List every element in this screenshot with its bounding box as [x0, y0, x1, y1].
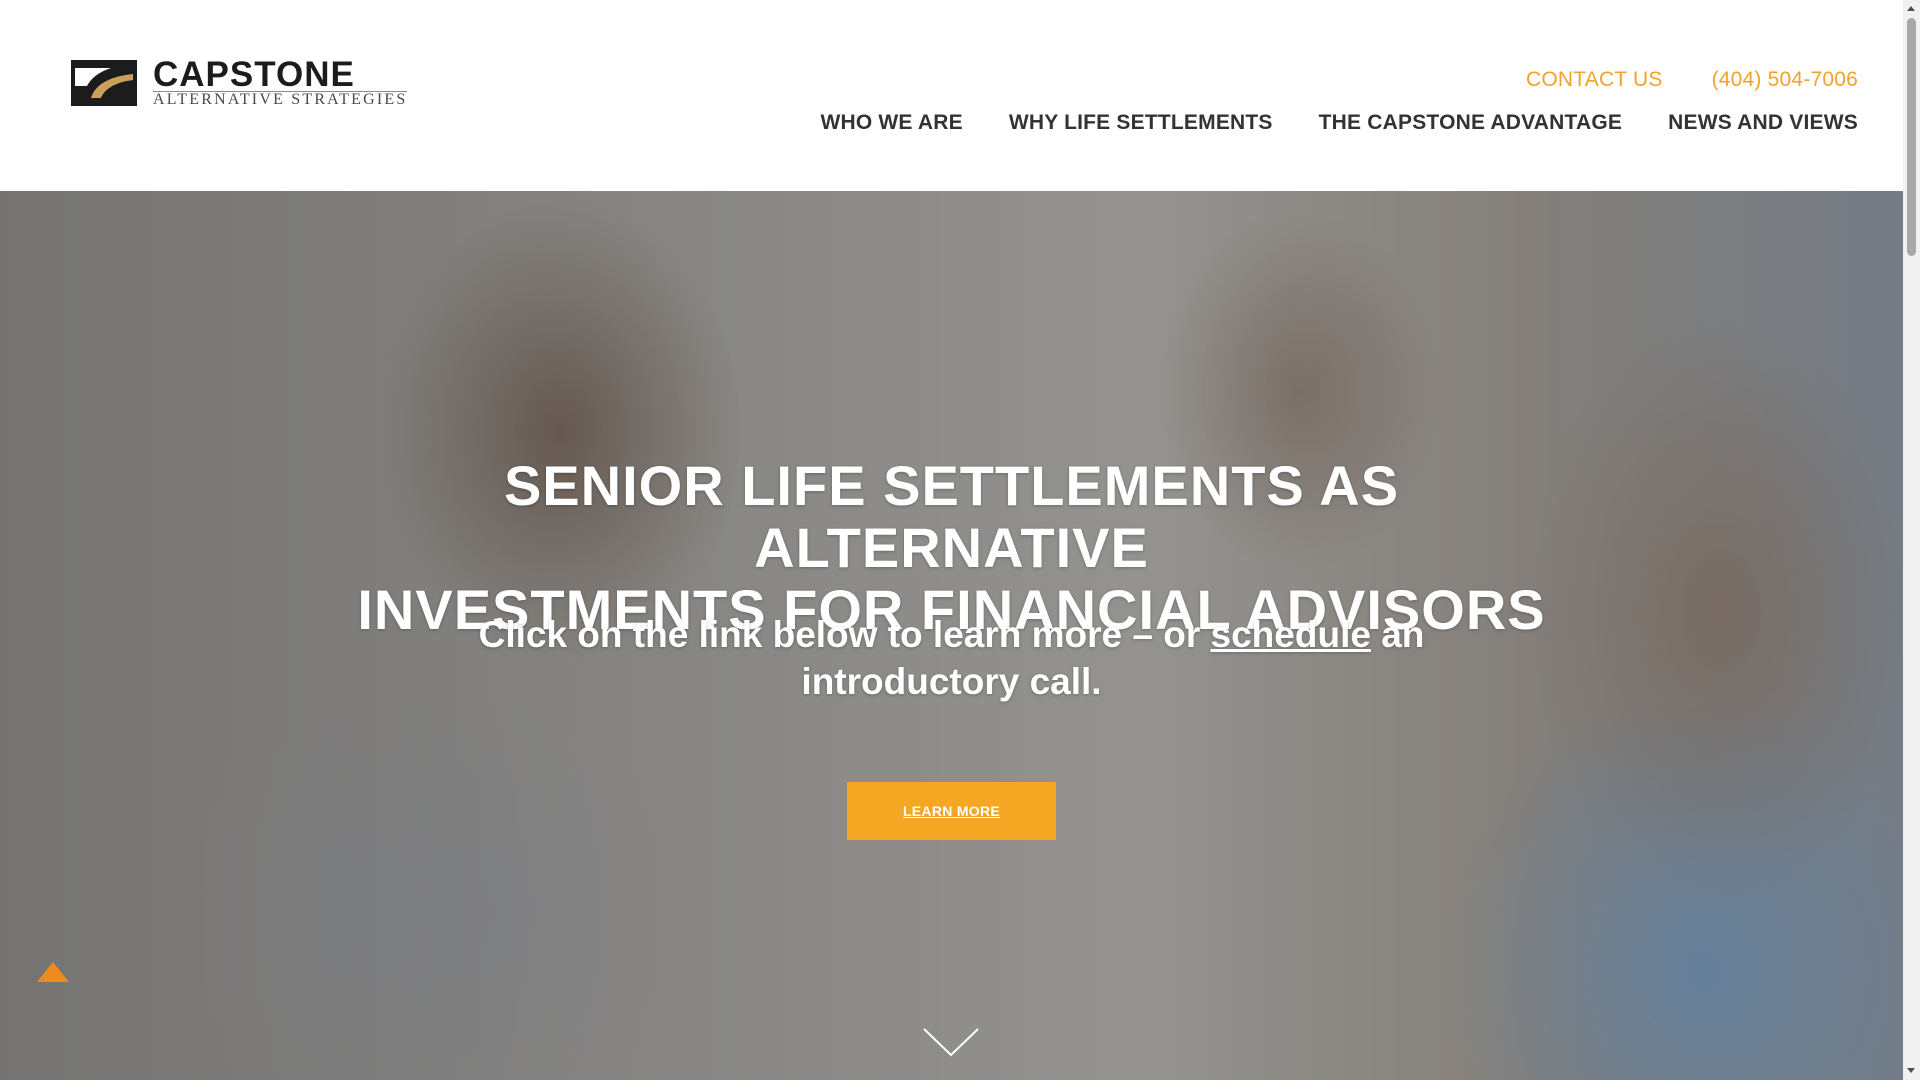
contact-us-link[interactable]: CONTACT US	[1526, 68, 1663, 92]
hero-section: SENIOR LIFE SETTLEMENTS AS ALTERNATIVE I…	[0, 191, 1903, 1080]
learn-more-button[interactable]: LEARN MORE	[847, 782, 1056, 840]
capstone-logo-icon	[71, 60, 137, 106]
site-header: CAPSTONE ALTERNATIVE STRATEGIES CONTACT …	[0, 0, 1903, 191]
phone-link[interactable]: (404) 504-7006	[1712, 68, 1858, 92]
schedule-link[interactable]: schedule	[1211, 614, 1371, 655]
hero-title-line-1: SENIOR LIFE SETTLEMENTS AS ALTERNATIVE	[503, 454, 1400, 579]
hero-subtitle-text-start: Click on the link below to learn more – …	[478, 614, 1211, 655]
hero-content: SENIOR LIFE SETTLEMENTS AS ALTERNATIVE I…	[0, 191, 1903, 1080]
hero-subtitle: Click on the link below to learn more – …	[440, 611, 1463, 705]
logo-name: CAPSTONE	[153, 54, 355, 94]
utility-nav: CONTACT US (404) 504-7006	[1526, 68, 1858, 92]
logo-text: CAPSTONE ALTERNATIVE STRATEGIES	[153, 54, 408, 108]
scroll-down-arrow-icon[interactable]	[1907, 1068, 1915, 1073]
nav-item-who-we-are[interactable]: WHO WE ARE	[820, 111, 962, 135]
chevron-down-icon[interactable]	[922, 1027, 980, 1057]
nav-item-why-life-settlements[interactable]: WHY LIFE SETTLEMENTS	[1009, 111, 1273, 135]
nav-item-news-and-views[interactable]: NEWS AND VIEWS	[1668, 111, 1858, 135]
scrollbar-thumb[interactable]	[1907, 18, 1916, 256]
scroll-up-arrow-icon[interactable]	[1907, 6, 1915, 11]
page-scrollbar[interactable]	[1903, 0, 1920, 1080]
main-nav: WHO WE ARE WHY LIFE SETTLEMENTS THE CAPS…	[820, 111, 1858, 135]
logo-tagline: ALTERNATIVE STRATEGIES	[153, 90, 408, 108]
nav-item-capstone-advantage[interactable]: THE CAPSTONE ADVANTAGE	[1319, 111, 1622, 135]
capstone-logo[interactable]: CAPSTONE ALTERNATIVE STRATEGIES	[71, 54, 421, 108]
